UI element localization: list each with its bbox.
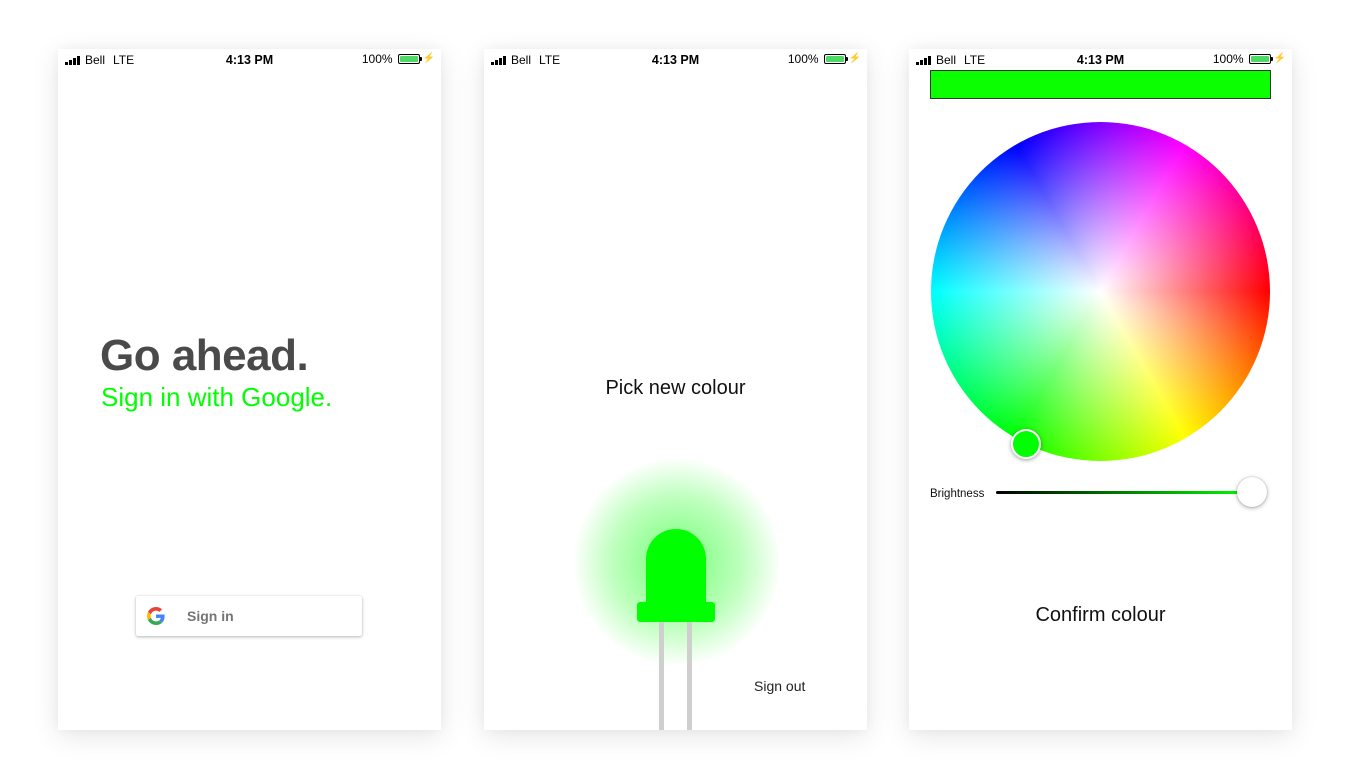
led-base (637, 602, 715, 622)
pick-colour-button[interactable]: Pick new colour (484, 377, 867, 400)
signout-button[interactable]: Sign out (754, 678, 805, 694)
colour-wheel[interactable] (931, 122, 1270, 461)
brightness-slider[interactable] (996, 491, 1252, 494)
battery-icon (397, 54, 422, 64)
subline: Sign in with Google. (101, 382, 333, 412)
brightness-slider-thumb[interactable] (1237, 477, 1267, 507)
led-screen: Bell LTE 4:13 PM 100% ⚡ Pick new colour … (484, 49, 867, 730)
status-bar: Bell LTE 4:13 PM 100% ⚡ (909, 49, 1292, 71)
confirm-colour-button[interactable]: Confirm colour (909, 604, 1292, 627)
colour-wheel-thumb[interactable] (1011, 429, 1041, 459)
charging-icon: ⚡ (848, 53, 861, 64)
signin-label: Sign in (187, 608, 234, 624)
status-bar: Bell LTE 4:13 PM 100% ⚡ (58, 49, 441, 71)
battery-icon (823, 54, 848, 64)
selected-colour-swatch (930, 70, 1271, 99)
status-bar: Bell LTE 4:13 PM 100% ⚡ (484, 49, 867, 71)
battery-icon (1248, 54, 1273, 64)
picker-screen: Bell LTE 4:13 PM 100% ⚡ Brightness Confi… (909, 49, 1292, 730)
led-leg-left (659, 609, 664, 730)
battery-percent: 100% (1212, 52, 1244, 66)
led-leg-right (687, 609, 692, 730)
battery-percent: 100% (361, 52, 393, 66)
signin-screen: Bell LTE 4:13 PM 100% ⚡ Go ahead. Sign i… (58, 49, 441, 730)
charging-icon: ⚡ (422, 53, 435, 64)
google-signin-button[interactable]: Sign in (136, 596, 362, 636)
charging-icon: ⚡ (1273, 53, 1286, 64)
headline: Go ahead. (100, 331, 309, 380)
google-logo-icon (147, 607, 165, 625)
brightness-label: Brightness (930, 488, 985, 500)
battery-percent: 100% (787, 52, 819, 66)
